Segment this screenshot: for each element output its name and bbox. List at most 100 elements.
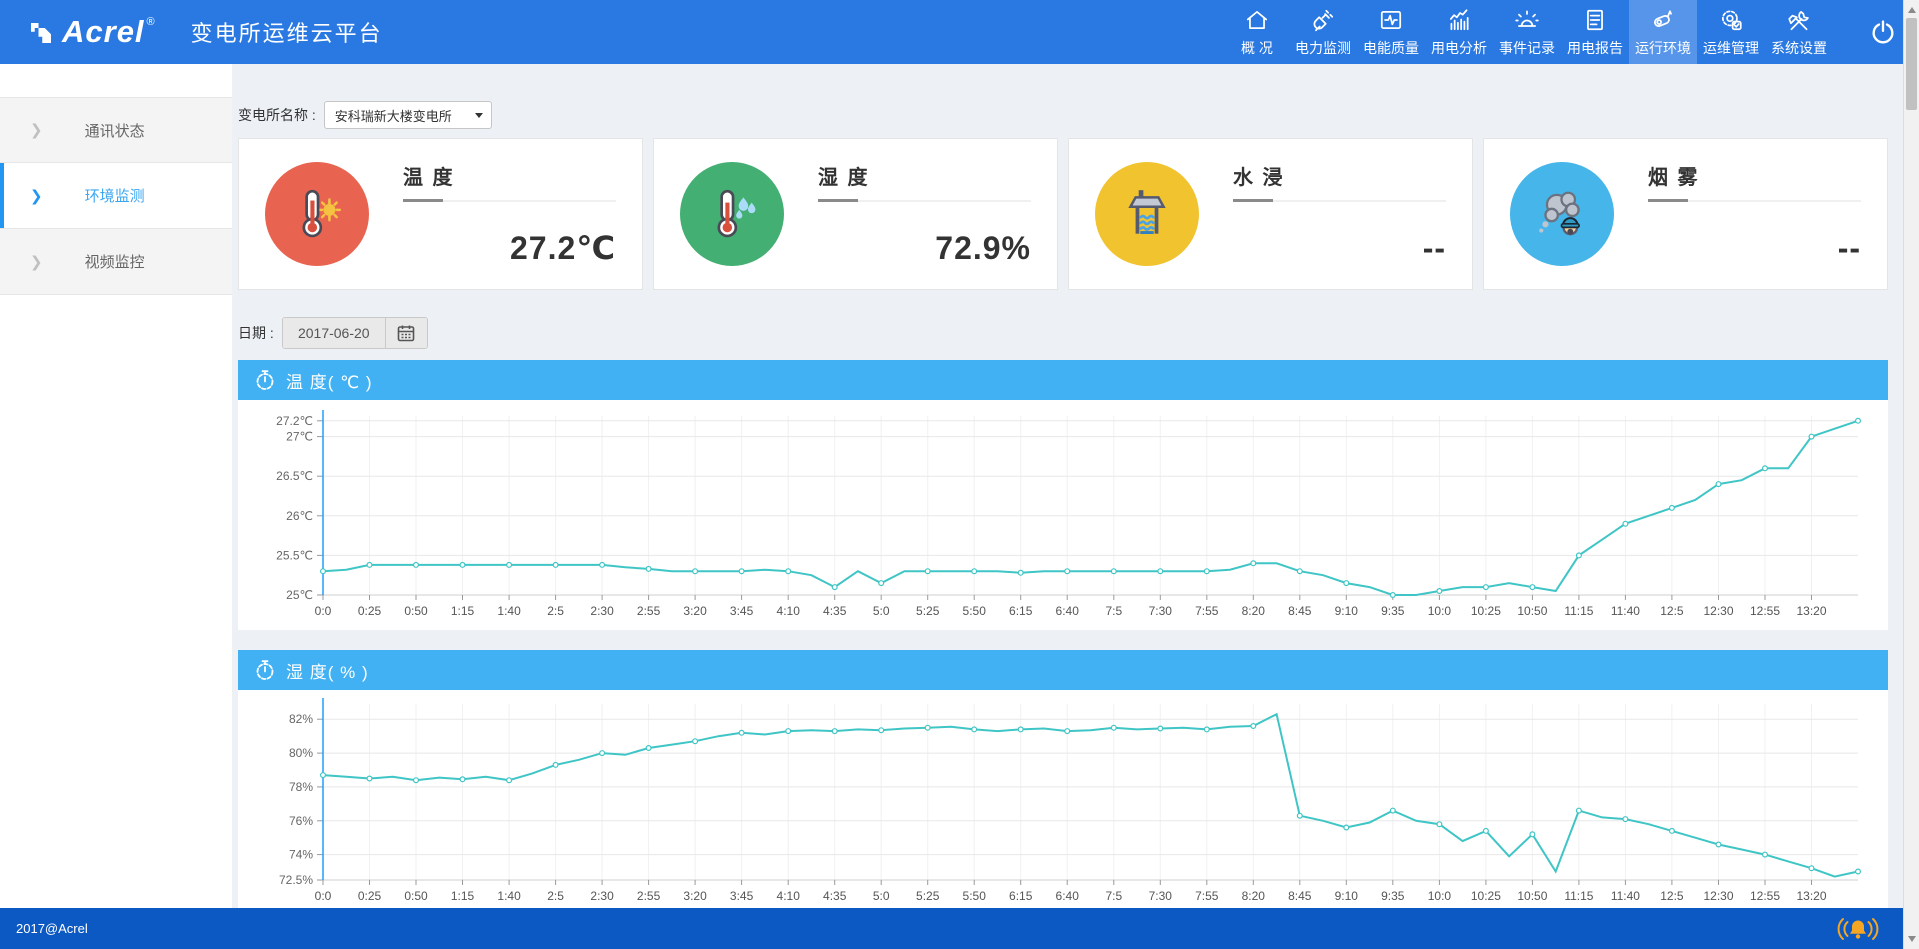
svg-text:13:20: 13:20 <box>1796 889 1826 903</box>
nav-item-label: 事件记录 <box>1499 39 1555 56</box>
temperature-panel: 温 度( ℃ ) 25℃ 25.5℃ 26℃ 26.5℃ 27℃ 27.2℃ 0:0 0:25… <box>238 360 1888 630</box>
nav-item-1[interactable]: 电力监测 <box>1289 0 1357 64</box>
svg-text:2:30: 2:30 <box>590 889 614 903</box>
svg-text:10:0: 10:0 <box>1428 604 1452 618</box>
date-input[interactable]: 2017-06-20 <box>282 318 385 348</box>
nav-item-8[interactable]: 系统设置 <box>1765 0 1833 64</box>
nav-item-7[interactable]: 运维管理 <box>1697 0 1765 64</box>
sidebar-item-2[interactable]: ❯ 视频监控 <box>0 229 232 295</box>
nav-item-label: 运维管理 <box>1703 39 1759 56</box>
svg-text:26℃: 26℃ <box>286 509 313 523</box>
nav-item-6[interactable]: 运行环境 <box>1629 0 1697 64</box>
scrollbar-up-arrow-icon[interactable] <box>1908 7 1916 13</box>
power-icon <box>1872 20 1894 44</box>
svg-text:6:15: 6:15 <box>1009 889 1033 903</box>
tools-icon <box>1788 10 1809 30</box>
date-picker: 2017-06-20 <box>281 317 428 349</box>
water-well-icon <box>1095 162 1199 266</box>
svg-text:3:45: 3:45 <box>730 604 754 618</box>
station-select-value: 安科瑞新大楼变电所 <box>334 108 452 124</box>
humidity-chart-plot: 72.5% 74% 76% 78% 80% 82% 0:0 0:25 0:50 1:15 1:40 2… <box>279 698 1861 903</box>
svg-text:7:5: 7:5 <box>1105 889 1122 903</box>
smoke-icon <box>1510 162 1614 266</box>
temperature-chart-plot: 25℃ 25.5℃ 26℃ 26.5℃ 27℃ 27.2℃ 0:0 0:25 0:50 1:15 1… <box>276 410 1861 618</box>
thermometer-sun-icon <box>265 162 369 266</box>
svg-text:12:55: 12:55 <box>1750 604 1780 618</box>
nav-item-4[interactable]: 事件记录 <box>1493 0 1561 64</box>
nav-item-5[interactable]: 用电报告 <box>1561 0 1629 64</box>
vertical-scrollbar[interactable] <box>1903 0 1919 949</box>
alarm-bell-button[interactable] <box>1835 916 1881 945</box>
nav-item-label: 电力监测 <box>1295 39 1351 56</box>
status-card-1: 湿 度 72.9% <box>653 138 1058 290</box>
card-title: 温 度 <box>403 161 616 202</box>
sidebar-item-1[interactable]: ❯ 环境监测 <box>0 163 232 229</box>
svg-text:5:0: 5:0 <box>873 889 890 903</box>
sidebar-item-label: 视频监控 <box>84 254 145 271</box>
svg-text:2:30: 2:30 <box>590 604 614 618</box>
nav-item-2[interactable]: 电能质量 <box>1357 0 1425 64</box>
gear-icon <box>1722 9 1742 30</box>
svg-text:7:55: 7:55 <box>1195 889 1219 903</box>
power-quality-icon <box>1380 10 1402 29</box>
svg-text:11:15: 11:15 <box>1564 889 1593 903</box>
nav-item-label: 电能质量 <box>1363 39 1419 56</box>
nav-item-label: 运行环境 <box>1635 39 1691 56</box>
temperature-chart-title: 温 度( ℃ ) <box>286 372 373 392</box>
svg-text:7:5: 7:5 <box>1105 604 1122 618</box>
station-select-label: 变电所名称 : <box>238 107 316 123</box>
nav-item-label: 用电分析 <box>1431 39 1487 56</box>
main-nav: 概 况 电力监测 电能质量 用电分析 事件记录 用电报告 运行环境 运维管理 系统设置 <box>1225 0 1847 64</box>
main-content: 变电所名称 : 安科瑞新大楼变电所 温 度 27.2℃ 湿 度 72.9% 水 浸 -- 烟… <box>232 64 1903 908</box>
svg-text:0:50: 0:50 <box>404 604 428 618</box>
sidebar-item-label: 通讯状态 <box>84 122 145 140</box>
svg-text:4:10: 4:10 <box>777 604 801 618</box>
svg-text:9:10: 9:10 <box>1335 889 1359 903</box>
card-body: 湿 度 72.9% <box>818 161 1031 267</box>
station-select[interactable]: 安科瑞新大楼变电所 <box>323 101 492 129</box>
top-header: Acrel ® 变电所运维云平台 概 况 电力监测 电能质量 用电分析 事件记录 用电报告… <box>0 0 1919 64</box>
acrel-logo-icon <box>26 18 56 53</box>
temperature-panel-header: 温 度( ℃ ) <box>238 360 1888 400</box>
sidebar-item-label: 环境监测 <box>84 188 145 205</box>
timer-icon <box>256 370 274 390</box>
card-body: 水 浸 -- <box>1233 161 1446 267</box>
svg-text:11:40: 11:40 <box>1611 604 1640 618</box>
status-card-0: 温 度 27.2℃ <box>238 138 643 290</box>
svg-text:5:0: 5:0 <box>873 604 890 618</box>
svg-text:3:20: 3:20 <box>683 604 707 618</box>
bar-chart-icon <box>1450 8 1469 30</box>
svg-text:72.5%: 72.5% <box>279 873 313 887</box>
sidebar-item-0[interactable]: ❯ 通讯状态 <box>0 97 232 163</box>
chevron-right-icon: ❯ <box>30 253 43 271</box>
svg-text:11:15: 11:15 <box>1564 604 1593 618</box>
nav-item-0[interactable]: 概 况 <box>1225 0 1289 64</box>
humidity-panel-header: 湿 度( % ) <box>238 650 1888 690</box>
svg-text:8:20: 8:20 <box>1242 604 1266 618</box>
nav-item-label: 用电报告 <box>1567 39 1623 56</box>
nav-item-label: 系统设置 <box>1771 39 1827 56</box>
svg-text:6:40: 6:40 <box>1056 889 1080 903</box>
acrel-logo: Acrel ® <box>0 10 155 54</box>
svg-text:5:50: 5:50 <box>963 889 987 903</box>
plug-icon <box>1313 9 1334 31</box>
svg-text:10:25: 10:25 <box>1471 604 1501 618</box>
svg-text:5:25: 5:25 <box>916 604 940 618</box>
card-value: 72.9% <box>935 230 1031 266</box>
thermometer-drops-icon <box>680 162 784 266</box>
sidebar: ❯ 通讯状态 ❯ 环境监测 ❯ 视频监控 <box>0 64 232 908</box>
svg-text:3:45: 3:45 <box>730 889 754 903</box>
calendar-button[interactable] <box>384 318 427 348</box>
scrollbar-thumb[interactable] <box>1906 18 1917 110</box>
svg-text:82%: 82% <box>289 712 313 726</box>
svg-text:2:55: 2:55 <box>637 889 661 903</box>
svg-text:9:10: 9:10 <box>1335 604 1359 618</box>
nav-item-3[interactable]: 用电分析 <box>1425 0 1493 64</box>
svg-text:2:5: 2:5 <box>547 889 564 903</box>
svg-text:3:20: 3:20 <box>683 889 707 903</box>
scrollbar-down-arrow-icon[interactable] <box>1908 936 1916 942</box>
status-cards: 温 度 27.2℃ 湿 度 72.9% 水 浸 -- 烟 雾 -- <box>238 138 1888 290</box>
svg-text:25.5℃: 25.5℃ <box>276 548 313 562</box>
svg-text:27.2℃: 27.2℃ <box>276 414 313 428</box>
svg-text:2:55: 2:55 <box>637 604 661 618</box>
